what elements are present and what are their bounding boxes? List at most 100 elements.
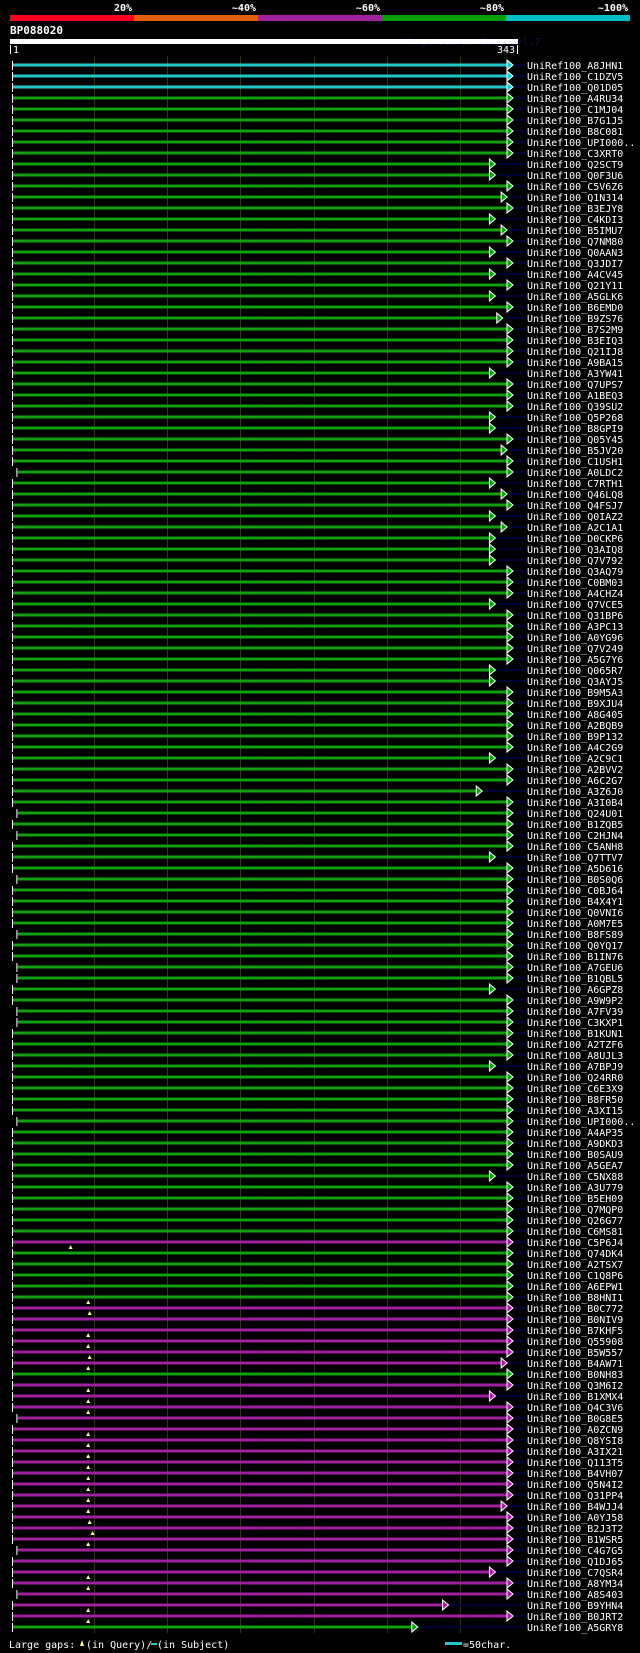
- hit-row[interactable]: UniRef100_A9DKD3: [12, 1136, 623, 1150]
- hit-bar[interactable]: [13, 1229, 508, 1233]
- hit-row[interactable]: UniRef100_Q46LQ8: [12, 487, 623, 501]
- hit-row[interactable]: UniRef100_B7S2M9: [12, 322, 623, 336]
- hit-row[interactable]: UniRef100_Q7TTV7: [12, 850, 623, 864]
- hit-bar[interactable]: [13, 1361, 503, 1365]
- hit-bar[interactable]: [13, 1559, 508, 1563]
- hit-bar[interactable]: [17, 976, 508, 980]
- hit-label[interactable]: UniRef100_B0NH83: [527, 1370, 623, 1381]
- hit-bar[interactable]: [13, 855, 491, 859]
- hit-bar[interactable]: [13, 349, 508, 353]
- hit-row[interactable]: UniRef100_Q0F3U6: [12, 168, 623, 182]
- hit-row[interactable]: UniRef100_B4WJJ4: [12, 1499, 623, 1513]
- hit-row[interactable]: UniRef100_A6EPW1: [12, 1279, 623, 1293]
- hit-row[interactable]: UniRef100_A4C2G9: [12, 740, 623, 754]
- hit-bar[interactable]: [13, 1064, 491, 1068]
- hit-row[interactable]: UniRef100_C5ANH8: [12, 839, 623, 853]
- hit-row[interactable]: UniRef100_Q0IAZ2: [12, 509, 623, 523]
- hit-label[interactable]: UniRef100_Q113T5: [527, 1458, 623, 1469]
- hit-label[interactable]: UniRef100_A0M7E5: [527, 919, 623, 930]
- hit-label[interactable]: UniRef100_Q1N314: [527, 193, 623, 204]
- hit-label[interactable]: UniRef100_A6EPW1: [527, 1282, 623, 1293]
- hit-label[interactable]: UniRef100_C4KDI3: [527, 215, 623, 226]
- hit-row[interactable]: UniRef100_B0C772: [12, 1301, 623, 1315]
- hit-bar[interactable]: [13, 602, 491, 606]
- hit-label[interactable]: UniRef100_Q26G77: [527, 1216, 623, 1227]
- hit-row[interactable]: UniRef100_B5W557: [12, 1345, 623, 1359]
- hit-row[interactable]: UniRef100_B9M5A3: [12, 685, 623, 699]
- hit-bar[interactable]: [13, 85, 508, 89]
- hit-row[interactable]: UniRef100_Q21IJ8: [12, 344, 623, 358]
- hit-label[interactable]: UniRef100_B2J3T2: [527, 1524, 623, 1535]
- hit-row[interactable]: UniRef100_Q7MQP0: [12, 1202, 623, 1216]
- hit-bar[interactable]: [13, 1526, 508, 1530]
- hit-bar[interactable]: [17, 1119, 508, 1123]
- hit-row[interactable]: UniRef100_A8JHN1: [12, 58, 623, 72]
- hit-row[interactable]: UniRef100_Q31PP4: [12, 1488, 623, 1502]
- hit-row[interactable]: UniRef100_Q1N314: [12, 190, 623, 204]
- hit-label[interactable]: UniRef100_B4X4Y1: [527, 897, 623, 908]
- hit-label[interactable]: UniRef100_C5ANH8: [527, 842, 623, 853]
- hit-label[interactable]: UniRef100_Q3JDI7: [527, 259, 623, 270]
- hit-row[interactable]: UniRef100_Q7V249: [12, 641, 623, 655]
- hit-bar[interactable]: [13, 338, 508, 342]
- hit-bar[interactable]: [13, 74, 508, 78]
- hit-label[interactable]: UniRef100_B1ZQB5: [527, 820, 623, 831]
- hit-bar[interactable]: [17, 877, 508, 881]
- hit-label[interactable]: UniRef100_Q7V792: [527, 556, 623, 567]
- hit-label[interactable]: UniRef100_Q21IJ8: [527, 347, 623, 358]
- hit-row[interactable]: UniRef100_C0BM03: [12, 575, 623, 589]
- hit-row[interactable]: UniRef100_Q39SU2: [12, 399, 623, 413]
- hit-row[interactable]: UniRef100_A8G405: [12, 707, 623, 721]
- hit-bar[interactable]: [13, 1625, 413, 1629]
- hit-label[interactable]: UniRef100_B0SAU9: [527, 1150, 623, 1161]
- hit-row[interactable]: UniRef100_Q065R7: [12, 663, 623, 677]
- hit-row[interactable]: UniRef100_Q24U01: [16, 806, 623, 820]
- hit-row[interactable]: UniRef100_B7G1J5: [12, 113, 623, 127]
- hit-bar[interactable]: [13, 283, 508, 287]
- hit-bar[interactable]: [13, 1581, 508, 1585]
- hit-label[interactable]: UniRef100_A2TZF6: [527, 1040, 623, 1051]
- hit-label[interactable]: UniRef100_Q065R7: [527, 666, 623, 677]
- hit-bar[interactable]: [13, 250, 491, 254]
- hit-bar[interactable]: [13, 1603, 444, 1607]
- hit-row[interactable]: UniRef100_A2BVV2: [12, 762, 623, 776]
- hit-label[interactable]: UniRef100_A8YM34: [527, 1579, 623, 1590]
- hit-bar[interactable]: [13, 261, 508, 265]
- hit-bar[interactable]: [13, 789, 478, 793]
- hit-row[interactable]: UniRef100_UPI000..: [12, 135, 635, 149]
- hit-row[interactable]: UniRef100_A3IX21: [12, 1444, 623, 1458]
- hit-label[interactable]: UniRef100_Q55908: [527, 1337, 623, 1348]
- hit-label[interactable]: UniRef100_B1XMX4: [527, 1392, 623, 1403]
- hit-bar[interactable]: [13, 1306, 508, 1310]
- hit-label[interactable]: UniRef100_B4WJJ4: [527, 1502, 623, 1513]
- hit-label[interactable]: UniRef100_A9BA15: [527, 358, 623, 369]
- hit-row[interactable]: UniRef100_B6EMD0: [12, 300, 623, 314]
- hit-label[interactable]: UniRef100_A5D616: [527, 864, 623, 875]
- hit-bar[interactable]: [13, 63, 508, 67]
- hit-row[interactable]: UniRef100_Q55908: [12, 1334, 623, 1348]
- hit-label[interactable]: UniRef100_Q3M6I2: [527, 1381, 623, 1392]
- hit-label[interactable]: UniRef100_Q0IAZ2: [527, 512, 623, 523]
- hit-row[interactable]: UniRef100_B7KHF5: [12, 1323, 623, 1337]
- hit-bar[interactable]: [17, 470, 508, 474]
- hit-label[interactable]: UniRef100_Q24RR0: [527, 1073, 623, 1084]
- hit-bar[interactable]: [13, 195, 503, 199]
- hit-bar[interactable]: [13, 866, 508, 870]
- hit-bar[interactable]: [13, 1108, 508, 1112]
- hit-label[interactable]: UniRef100_B1QBL5: [527, 974, 623, 985]
- hit-label[interactable]: UniRef100_B4VH07: [527, 1469, 623, 1480]
- hit-bar[interactable]: [13, 1438, 508, 1442]
- hit-bar[interactable]: [13, 910, 508, 914]
- hit-bar[interactable]: [13, 1427, 508, 1431]
- hit-label[interactable]: UniRef100_A3Z6J0: [527, 787, 623, 798]
- hit-bar[interactable]: [13, 1185, 508, 1189]
- hit-bar[interactable]: [13, 206, 508, 210]
- hit-label[interactable]: UniRef100_C1USH1: [527, 457, 623, 468]
- hit-row[interactable]: UniRef100_A0ZCN9: [12, 1422, 623, 1436]
- hit-label[interactable]: UniRef100_Q0YQ17: [527, 941, 623, 952]
- hit-label[interactable]: UniRef100_Q7UPS7: [527, 380, 623, 391]
- hit-label[interactable]: UniRef100_A2TSX7: [527, 1260, 623, 1271]
- hit-row[interactable]: UniRef100_C7RTH1: [12, 476, 623, 490]
- hit-bar[interactable]: [17, 1548, 508, 1552]
- hit-label[interactable]: UniRef100_C7RTH1: [527, 479, 623, 490]
